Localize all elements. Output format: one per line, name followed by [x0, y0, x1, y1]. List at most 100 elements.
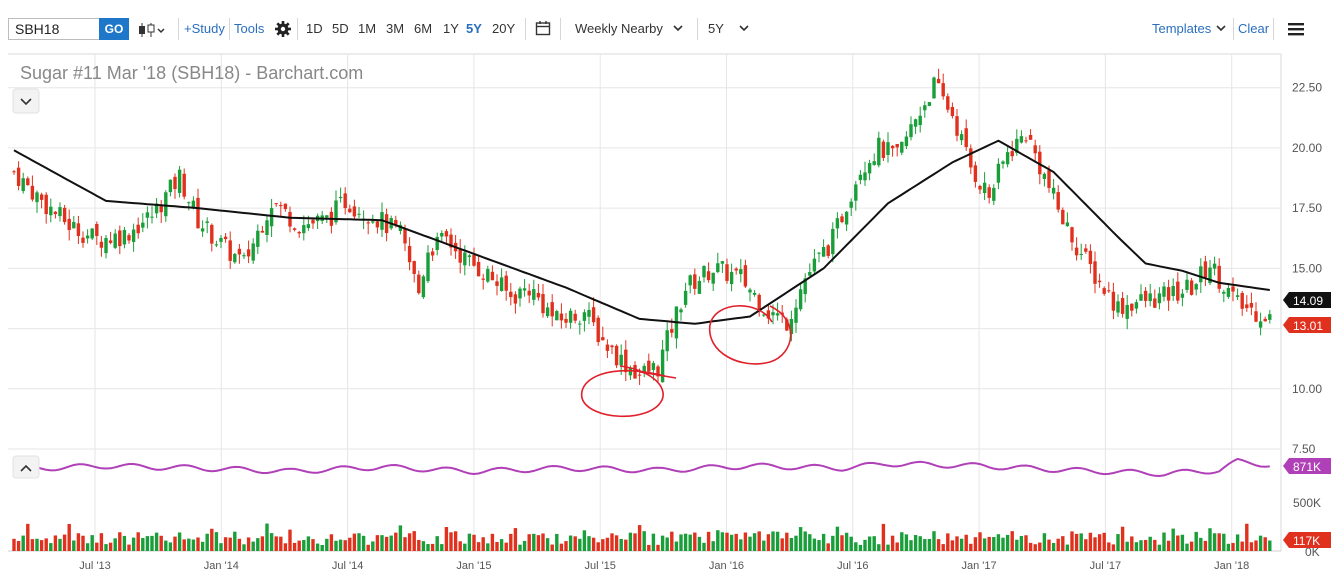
volume-bar	[771, 531, 775, 551]
volume-bar	[1010, 531, 1014, 551]
volume-bar	[384, 536, 389, 551]
candle-body	[371, 221, 375, 223]
y-tick-label: 17.50	[1292, 201, 1322, 215]
volume-bar	[688, 534, 692, 551]
candle-body	[587, 309, 591, 317]
volume-bar	[913, 535, 918, 551]
volume-bar	[306, 536, 311, 551]
candle-body	[476, 261, 481, 277]
volume-bar	[1024, 535, 1028, 551]
candle-body	[895, 144, 899, 148]
volume-bar	[660, 535, 665, 551]
candle-body	[1111, 291, 1116, 311]
y-tick-label: 15.00	[1292, 261, 1322, 275]
volume-bar	[380, 535, 384, 551]
candle-body	[343, 193, 347, 209]
volume-collapse-button[interactable]	[12, 455, 40, 479]
volume-bar	[145, 536, 150, 551]
candle-body	[348, 208, 352, 213]
candle-body	[1249, 302, 1254, 308]
y-tick-label: 7.50	[1292, 442, 1316, 456]
volume-bar	[1235, 534, 1240, 551]
candle-body	[1199, 266, 1203, 283]
candle-body	[1143, 290, 1148, 301]
volume-bar	[605, 537, 610, 551]
candle-body	[168, 179, 173, 193]
candle-body	[44, 194, 48, 215]
volume-bar	[403, 537, 407, 551]
volume-bar	[164, 540, 168, 551]
collapse-button[interactable]	[12, 88, 40, 114]
volume-bar	[578, 538, 582, 551]
candle-body	[739, 269, 743, 275]
candle-body	[936, 78, 941, 84]
volume-bar	[946, 533, 950, 551]
volume-bar	[992, 537, 996, 551]
volume-bar	[302, 539, 306, 551]
candle-body	[918, 115, 922, 126]
volume-bar	[633, 533, 637, 551]
volume-bar	[564, 541, 568, 551]
volume-bar	[720, 532, 725, 551]
volume-bar	[642, 531, 646, 551]
volume-bar	[582, 530, 587, 551]
volume-bar	[550, 544, 554, 551]
candle-body	[67, 218, 71, 230]
volume-bar	[1065, 544, 1070, 551]
volume-bar	[1084, 539, 1088, 551]
volume-bar	[881, 523, 886, 551]
volume-bar	[587, 536, 591, 551]
x-tick-label: Jul '15	[584, 560, 615, 572]
candle-body	[412, 261, 416, 274]
volume-bar	[835, 526, 840, 551]
candle-body	[150, 216, 154, 218]
volume-bar	[12, 538, 16, 551]
volume-bar	[58, 538, 62, 551]
candle-body	[104, 237, 108, 254]
volume-bar	[665, 537, 669, 551]
volume-bar	[320, 544, 324, 551]
candle-body	[1217, 265, 1221, 289]
volume-bar	[651, 533, 656, 551]
volume-bar	[693, 532, 697, 551]
volume-bar	[1088, 532, 1093, 551]
volume-bar	[394, 532, 398, 551]
candle-body	[210, 224, 214, 244]
volume-bar	[228, 537, 232, 551]
volume-bar	[256, 538, 260, 551]
volume-bar	[95, 542, 99, 551]
volume-bar	[1042, 533, 1047, 551]
volume-bar	[826, 543, 830, 551]
candle-body	[426, 252, 430, 282]
volume-bar	[1116, 534, 1120, 551]
volume-bar	[269, 533, 274, 551]
volume-bar	[1217, 533, 1221, 551]
svg-text:13.01: 13.01	[1293, 319, 1323, 333]
volume-bar	[237, 538, 242, 551]
volume-bar	[872, 536, 876, 551]
volume-bar	[624, 539, 628, 551]
volume-bar	[775, 531, 780, 551]
candle-body	[49, 206, 53, 216]
volume-bar	[573, 536, 577, 551]
volume-bar	[950, 540, 955, 551]
volume-bar	[752, 533, 757, 551]
volume-bar	[867, 536, 872, 551]
candle-body	[1093, 261, 1097, 284]
volume-bar	[1254, 540, 1258, 551]
candle-body	[1065, 222, 1070, 227]
candle-body	[969, 148, 973, 168]
x-tick-label: Jul '17	[1090, 560, 1121, 572]
candle-body	[256, 230, 260, 247]
candle-body	[844, 211, 849, 225]
candle-body	[173, 176, 177, 190]
candle-body	[757, 294, 761, 311]
volume-bar	[808, 534, 812, 551]
candle-body	[532, 289, 536, 300]
volume-bar	[1208, 528, 1212, 551]
volume-ma-tag: 871K	[1283, 458, 1331, 474]
candle-body	[325, 215, 329, 218]
x-tick-label: Jan '18	[1214, 560, 1249, 572]
volume-bar	[131, 537, 136, 551]
candle-body	[1185, 279, 1189, 290]
